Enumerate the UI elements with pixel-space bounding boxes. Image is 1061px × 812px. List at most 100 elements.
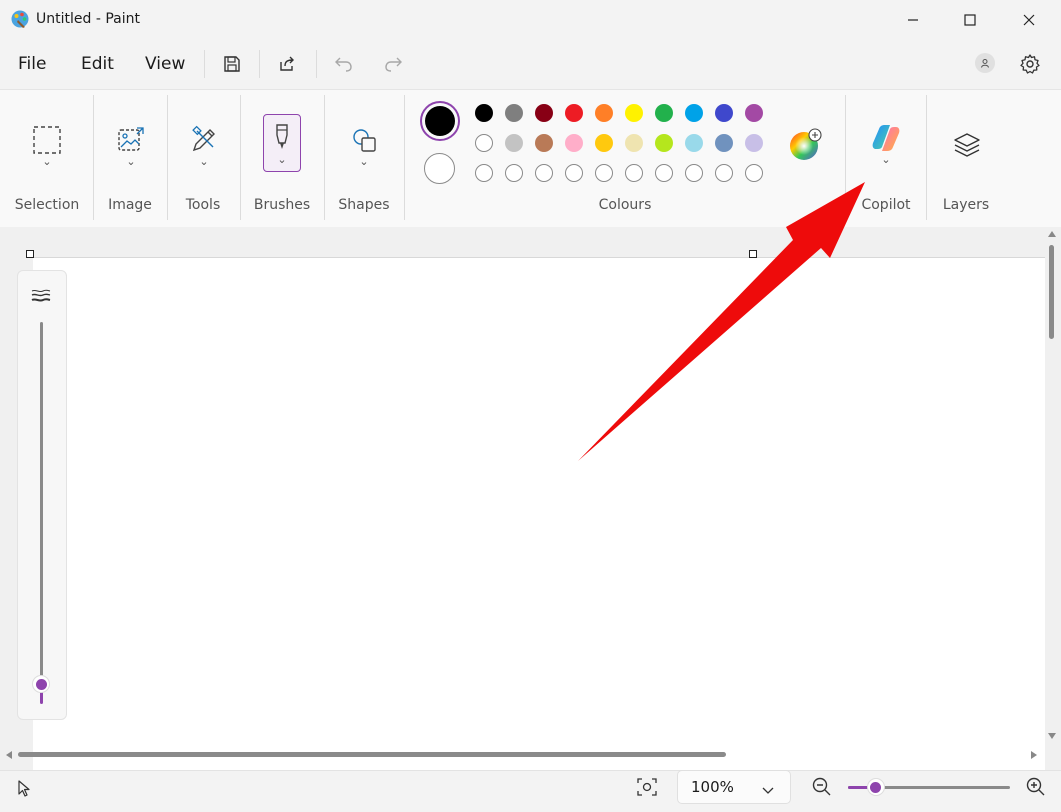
colour-swatch[interactable] xyxy=(715,104,733,122)
custom-colour-slot[interactable] xyxy=(475,164,493,182)
colour-swatch[interactable] xyxy=(565,104,583,122)
colour-swatch[interactable] xyxy=(475,104,493,122)
zoom-level-select[interactable]: 100% xyxy=(677,770,791,804)
horizontal-scroll-thumb[interactable] xyxy=(18,752,726,757)
minimize-button[interactable] xyxy=(890,4,936,36)
paint-app-icon xyxy=(10,9,30,29)
colour-swatch[interactable] xyxy=(655,134,673,152)
redo-button[interactable] xyxy=(379,50,407,78)
zoom-in-button[interactable] xyxy=(1025,776,1047,798)
drawing-canvas[interactable] xyxy=(33,257,1045,771)
maximize-button[interactable] xyxy=(947,4,993,36)
group-label-tools: Tools xyxy=(185,197,221,213)
menu-divider xyxy=(316,50,317,78)
colour-swatch[interactable] xyxy=(715,134,733,152)
redo-icon xyxy=(385,57,402,72)
primary-colour-button[interactable] xyxy=(420,101,460,141)
stroke-size-icon xyxy=(30,288,52,304)
image-button[interactable]: ⌄ xyxy=(113,118,149,174)
pencil-eraser-icon xyxy=(192,125,215,151)
zoom-out-icon xyxy=(812,777,831,796)
colour-swatch[interactable] xyxy=(685,134,703,152)
shapes-icon xyxy=(353,128,376,152)
scroll-up-icon[interactable] xyxy=(1048,231,1056,237)
share-button[interactable] xyxy=(273,50,301,78)
primary-colour-swatch xyxy=(425,106,455,136)
colour-swatch[interactable] xyxy=(535,104,553,122)
horizontal-scrollbar[interactable] xyxy=(4,748,1044,762)
colour-swatch[interactable] xyxy=(505,104,523,122)
colour-swatch[interactable] xyxy=(565,134,583,152)
menu-view[interactable]: View xyxy=(145,54,185,74)
layers-icon xyxy=(954,133,980,157)
scroll-right-icon[interactable] xyxy=(1031,751,1037,759)
colour-swatch[interactable] xyxy=(505,134,523,152)
chevron-down-icon: ⌄ xyxy=(126,154,136,168)
selection-tool-button[interactable]: ⌄ xyxy=(28,118,66,174)
colour-swatch[interactable] xyxy=(625,104,643,122)
zoom-slider-thumb[interactable] xyxy=(866,778,885,796)
chevron-down-icon: ⌄ xyxy=(42,154,52,168)
layers-button[interactable] xyxy=(948,126,986,164)
colour-swatch[interactable] xyxy=(475,134,493,152)
colour-swatch[interactable] xyxy=(745,104,763,122)
menu-file[interactable]: File xyxy=(18,54,46,74)
brush-size-slider-track[interactable] xyxy=(40,322,43,702)
share-icon xyxy=(280,56,294,71)
edit-colours-button[interactable] xyxy=(788,128,822,162)
chevron-down-icon: ⌄ xyxy=(359,154,369,168)
group-label-layers: Layers xyxy=(942,197,990,213)
group-label-shapes: Shapes xyxy=(338,197,390,213)
save-button[interactable] xyxy=(218,50,246,78)
close-button[interactable] xyxy=(1006,4,1052,36)
chevron-down-icon xyxy=(762,780,774,799)
shapes-button[interactable]: ⌄ xyxy=(346,118,382,174)
brushes-button[interactable]: ⌄ xyxy=(263,114,301,172)
vertical-scrollbar[interactable] xyxy=(1045,227,1059,747)
tools-button[interactable]: ⌄ xyxy=(186,118,222,174)
fit-to-window-button[interactable] xyxy=(636,777,658,797)
maximize-icon xyxy=(964,14,976,26)
custom-colour-slot[interactable] xyxy=(535,164,553,182)
image-icon xyxy=(118,126,144,151)
ribbon-divider xyxy=(240,95,241,220)
copilot-icon xyxy=(872,124,900,151)
copilot-button[interactable]: ⌄ xyxy=(867,118,905,170)
colour-swatch[interactable] xyxy=(685,104,703,122)
canvas-resize-handle[interactable] xyxy=(26,250,34,258)
status-bar xyxy=(0,770,1061,812)
vertical-scroll-thumb[interactable] xyxy=(1049,245,1054,339)
undo-button[interactable] xyxy=(330,50,358,78)
pointer-position-icon xyxy=(16,779,32,797)
colour-swatch[interactable] xyxy=(595,104,613,122)
colour-swatch[interactable] xyxy=(535,134,553,152)
colour-swatch[interactable] xyxy=(655,104,673,122)
scroll-down-icon[interactable] xyxy=(1048,733,1056,739)
group-label-image: Image xyxy=(108,197,152,213)
secondary-colour-button[interactable] xyxy=(424,153,455,184)
slider-thumb-dot xyxy=(35,678,47,690)
custom-colour-slot[interactable] xyxy=(505,164,523,182)
annotation-arrow xyxy=(578,182,865,461)
title-bar: Untitled - Paint xyxy=(0,0,1061,40)
account-button[interactable] xyxy=(975,53,995,73)
colour-swatch[interactable] xyxy=(625,134,643,152)
window-title: Untitled - Paint xyxy=(36,11,140,27)
gear-icon xyxy=(1020,54,1040,74)
save-icon xyxy=(224,56,240,72)
rectangle-selection-icon xyxy=(33,125,61,154)
colour-swatch[interactable] xyxy=(745,134,763,152)
colour-swatch[interactable] xyxy=(595,134,613,152)
ribbon-divider xyxy=(404,95,405,220)
chevron-down-icon: ⌄ xyxy=(277,152,287,166)
chevron-down-icon: ⌄ xyxy=(199,154,209,168)
menu-divider xyxy=(259,50,260,78)
brush-size-slider-thumb[interactable] xyxy=(32,675,50,693)
chevron-down-icon: ⌄ xyxy=(881,152,891,166)
settings-button[interactable] xyxy=(1016,50,1044,78)
menu-edit[interactable]: Edit xyxy=(81,54,114,74)
zoom-out-button[interactable] xyxy=(811,776,833,798)
scroll-left-icon[interactable] xyxy=(6,751,12,759)
brush-icon xyxy=(276,123,288,149)
fit-screen-icon xyxy=(637,778,657,796)
